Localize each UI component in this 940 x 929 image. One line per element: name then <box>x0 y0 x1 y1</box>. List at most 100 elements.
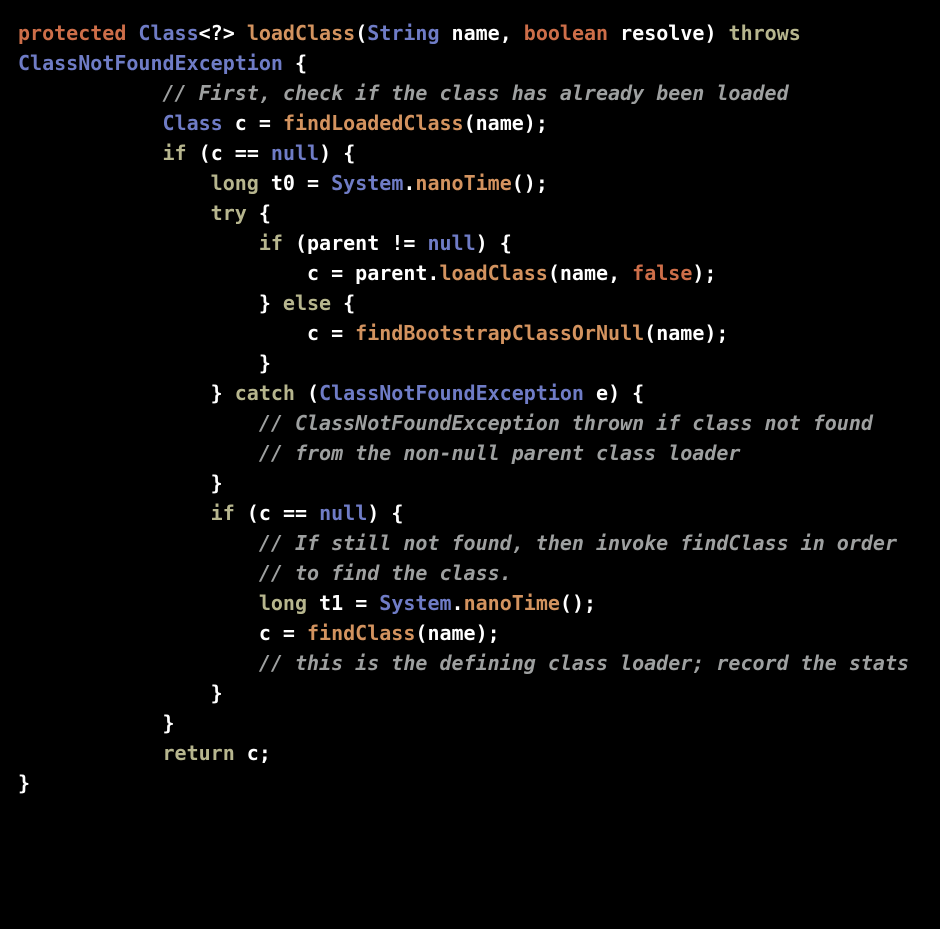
lbrace: { <box>391 501 403 525</box>
var-t1: t1 <box>319 591 343 615</box>
kw-if: if <box>211 501 235 525</box>
lparen: ( <box>307 381 319 405</box>
fn-findBootstrapClassOrNull: findBootstrapClassOrNull <box>355 321 644 345</box>
lparen: ( <box>644 321 656 345</box>
comment-line: // from the non-null parent class loader <box>259 441 741 465</box>
type-System: System <box>379 591 451 615</box>
kw-null: null <box>319 501 367 525</box>
fn-loadClass: loadClass <box>439 261 547 285</box>
var-c: c <box>259 501 271 525</box>
op-eq: = <box>355 591 367 615</box>
lbrace: { <box>259 201 271 225</box>
var-c: c <box>235 111 247 135</box>
dot: . <box>427 261 439 285</box>
comment-line: // ClassNotFoundException thrown if clas… <box>259 411 873 435</box>
kw-else: else <box>283 291 331 315</box>
var-e: e <box>596 381 608 405</box>
lparen: ( <box>199 141 211 165</box>
kw-boolean: boolean <box>524 21 608 45</box>
arg-name: name <box>656 321 704 345</box>
comment-line: // this is the defining class loader; re… <box>259 651 909 675</box>
arg-name: name <box>427 621 475 645</box>
rbrace: } <box>259 351 271 375</box>
rparen: ) <box>476 621 488 645</box>
var-c: c <box>259 621 271 645</box>
lparen: ( <box>560 591 572 615</box>
op-eq: = <box>331 321 343 345</box>
type-System: System <box>331 171 403 195</box>
var-c: c <box>307 321 319 345</box>
rbrace: } <box>163 711 175 735</box>
arg-name: name <box>476 111 524 135</box>
kw-null: null <box>271 141 319 165</box>
semi: ; <box>488 621 500 645</box>
var-t0: t0 <box>271 171 295 195</box>
kw-catch: catch <box>235 381 295 405</box>
fn-nanoTime: nanoTime <box>464 591 560 615</box>
rparen: ) <box>524 111 536 135</box>
arg-name: name <box>560 261 608 285</box>
lparen: ( <box>464 111 476 135</box>
lparen: ( <box>295 231 307 255</box>
semi: ; <box>536 171 548 195</box>
lparen: ( <box>512 171 524 195</box>
lbrace: { <box>343 291 355 315</box>
op-neq: != <box>391 231 415 255</box>
rparen: ) <box>692 261 704 285</box>
kw-return: return <box>163 741 235 765</box>
kw-null: null <box>427 231 475 255</box>
comment-line: // If still not found, then invoke findC… <box>259 531 897 555</box>
lbrace: { <box>295 51 307 75</box>
lparen: ( <box>548 261 560 285</box>
lparen: ( <box>415 621 427 645</box>
lparen: ( <box>355 21 367 45</box>
rbrace: } <box>211 381 223 405</box>
op-eq: = <box>331 261 343 285</box>
kw-protected: protected <box>18 21 126 45</box>
rparen: ) <box>572 591 584 615</box>
rparen: ) <box>476 231 488 255</box>
dot: . <box>452 591 464 615</box>
lbrace: { <box>500 231 512 255</box>
semi: ; <box>716 321 728 345</box>
code-block: protected Class<?> loadClass(String name… <box>18 18 922 798</box>
kw-throws: throws <box>729 21 801 45</box>
var-c: c <box>211 141 223 165</box>
lbrace: { <box>343 141 355 165</box>
semi: ; <box>584 591 596 615</box>
comma: , <box>608 261 620 285</box>
comment-line: // to find the class. <box>259 561 512 585</box>
op-eq: = <box>307 171 319 195</box>
lparen: ( <box>247 501 259 525</box>
rbrace: } <box>211 471 223 495</box>
op-eqeq: == <box>235 141 259 165</box>
param-resolve: resolve <box>620 21 704 45</box>
rparen: ) <box>608 381 620 405</box>
rbrace: } <box>259 291 271 315</box>
dot: . <box>403 171 415 195</box>
type-String: String <box>367 21 439 45</box>
op-eq: = <box>259 111 271 135</box>
param-name: name <box>452 21 500 45</box>
kw-try: try <box>211 201 247 225</box>
fn-nanoTime: nanoTime <box>415 171 511 195</box>
kw-if: if <box>163 141 187 165</box>
var-c: c <box>247 741 259 765</box>
rbrace: } <box>211 681 223 705</box>
generic-brackets: <?> <box>199 21 235 45</box>
semi: ; <box>536 111 548 135</box>
var-c: c <box>307 261 319 285</box>
comment-line: // First, check if the class has already… <box>163 81 789 105</box>
rparen: ) <box>319 141 331 165</box>
kw-class: Class <box>138 21 198 45</box>
rparen: ) <box>704 321 716 345</box>
method-loadClass: loadClass <box>247 21 355 45</box>
op-eqeq: == <box>283 501 307 525</box>
lbrace: { <box>632 381 644 405</box>
semi: ; <box>259 741 271 765</box>
rparen: ) <box>704 21 716 45</box>
rbrace: } <box>18 771 30 795</box>
type-CNFE: ClassNotFoundException <box>319 381 584 405</box>
var-parent: parent <box>355 261 427 285</box>
fn-findClass: findClass <box>307 621 415 645</box>
